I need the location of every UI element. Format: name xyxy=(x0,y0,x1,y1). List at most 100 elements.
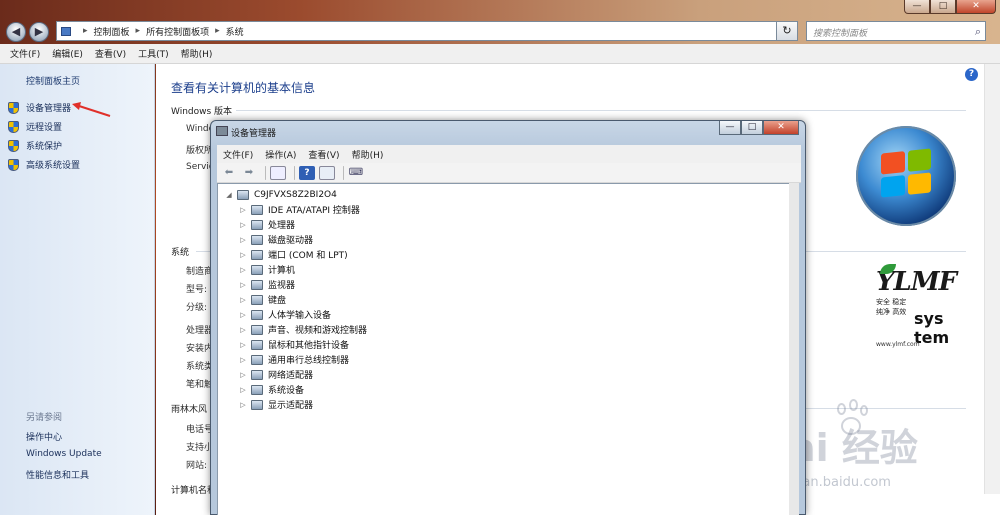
expand-arrow-icon[interactable]: ▷ xyxy=(238,326,248,334)
see-also-links: 操作中心 Windows Update 性能信息和工具 xyxy=(26,430,102,487)
search-input[interactable]: 搜索控制面板 ⌕ xyxy=(806,21,986,41)
tree-node[interactable]: ▷ 端口 (COM 和 LPT) xyxy=(238,247,348,262)
tree-node[interactable]: ▷ 处理器 xyxy=(238,217,295,232)
link-windows-update[interactable]: Windows Update xyxy=(26,449,102,468)
oem-system-text: sys tem xyxy=(914,309,950,347)
disk-drive-icon xyxy=(251,234,263,245)
back-arrow-icon[interactable]: ⬅ xyxy=(221,166,237,180)
refresh-button[interactable]: ↻ xyxy=(776,21,798,41)
tree-node[interactable]: ▷ 人体学输入设备 xyxy=(238,307,331,322)
sidebar: 控制面板主页 设备管理器 远程设置 系统保护 高级系统设置 另请参阅 操作中心 … xyxy=(0,64,155,515)
scan-hardware-icon[interactable]: ⌨ xyxy=(348,166,364,180)
expand-arrow-icon[interactable]: ▷ xyxy=(238,281,248,289)
expand-arrow-icon[interactable]: ▷ xyxy=(238,356,248,364)
console-tree-icon[interactable] xyxy=(270,165,286,180)
device-manager-title: 设备管理器 xyxy=(231,129,277,139)
breadcrumb-item[interactable]: 所有控制面板项 xyxy=(146,25,209,38)
sidebar-item-label: 高级系统设置 xyxy=(26,161,81,171)
tree-node[interactable]: ▷ 鼠标和其他指针设备 xyxy=(238,337,349,352)
minimize-button[interactable]: — xyxy=(719,121,741,135)
menu-view[interactable]: 查看(V) xyxy=(308,148,339,161)
search-icon[interactable]: ⌕ xyxy=(975,25,981,39)
tree-node[interactable]: ▷ 网络适配器 xyxy=(238,367,313,382)
expand-arrow-icon[interactable]: ▷ xyxy=(238,206,248,214)
annotation-arrow-icon xyxy=(72,102,111,117)
tree-node-label: 鼠标和其他指针设备 xyxy=(268,341,350,351)
breadcrumb-item[interactable]: 控制面板 xyxy=(94,25,130,38)
sidebar-item-label: 设备管理器 xyxy=(26,104,72,114)
expand-arrow-icon[interactable]: ▷ xyxy=(238,266,248,274)
breadcrumb-separator-icon: ▸ xyxy=(83,26,88,36)
expand-arrow-icon[interactable]: ▷ xyxy=(238,236,248,244)
system-row: 安装内 xyxy=(186,344,214,354)
support-row[interactable]: 网站: xyxy=(186,458,207,471)
tree-node[interactable]: ▷ 通用串行总线控制器 xyxy=(238,352,349,367)
maximize-button[interactable]: □ xyxy=(741,121,763,135)
tree-node[interactable]: ▷ 声音、视频和游戏控制器 xyxy=(238,322,367,337)
close-button[interactable]: ✕ xyxy=(956,0,996,14)
ide-controller-icon xyxy=(251,204,263,215)
close-button[interactable]: ✕ xyxy=(763,121,799,135)
expand-arrow-icon[interactable]: ▷ xyxy=(238,311,248,319)
menu-action[interactable]: 操作(A) xyxy=(265,148,296,161)
menu-tools[interactable]: 工具(T) xyxy=(138,47,169,60)
sidebar-task-list: 设备管理器 远程设置 系统保护 高级系统设置 xyxy=(8,98,80,174)
breadcrumb-separator-icon: ▸ xyxy=(215,26,220,36)
sidebar-item-device-manager[interactable]: 设备管理器 xyxy=(8,98,80,117)
windows-edition-row: 版权所 xyxy=(186,146,214,156)
menu-edit[interactable]: 编辑(E) xyxy=(52,47,83,60)
monitor-icon xyxy=(251,279,263,290)
tree-node[interactable]: ▷ 监视器 xyxy=(238,277,295,292)
sidebar-item-remote-settings[interactable]: 远程设置 xyxy=(8,117,80,136)
expand-arrow-icon[interactable]: ▷ xyxy=(238,341,248,349)
expand-arrow-icon[interactable]: ▷ xyxy=(238,251,248,259)
tree-node[interactable]: ▷ 键盘 xyxy=(238,292,286,307)
processor-icon xyxy=(251,219,263,230)
menu-file[interactable]: 文件(F) xyxy=(10,47,40,60)
back-button[interactable]: ◀ xyxy=(6,22,26,42)
tree-root[interactable]: ◢ C9JFVXS8Z2BI2O4 xyxy=(224,187,337,202)
collapse-arrow-icon[interactable]: ◢ xyxy=(224,191,234,199)
sidebar-item-system-protection[interactable]: 系统保护 xyxy=(8,136,80,155)
expand-arrow-icon[interactable]: ▷ xyxy=(238,386,248,394)
shield-icon xyxy=(8,101,19,114)
menu-help[interactable]: 帮助(H) xyxy=(352,148,384,161)
vertical-scrollbar[interactable] xyxy=(789,183,799,515)
maximize-button[interactable]: □ xyxy=(930,0,956,14)
properties-icon[interactable] xyxy=(319,165,335,180)
forward-button[interactable]: ▶ xyxy=(29,22,49,42)
support-heading: 雨林木风 xyxy=(171,405,208,415)
menu-help[interactable]: 帮助(H) xyxy=(181,47,213,60)
menu-bar: 文件(F) 操作(A) 查看(V) 帮助(H) xyxy=(217,145,801,163)
sidebar-item-advanced-settings[interactable]: 高级系统设置 xyxy=(8,155,80,174)
oem-url: www.ylmf.com xyxy=(876,341,920,348)
menu-file[interactable]: 文件(F) xyxy=(223,148,253,161)
forward-arrow-icon[interactable]: ➡ xyxy=(241,166,257,180)
tree-node[interactable]: ▷ 显示适配器 xyxy=(238,397,313,412)
menu-view[interactable]: 查看(V) xyxy=(95,47,126,60)
windows-edition-heading: Windows 版本 xyxy=(171,107,233,117)
minimize-button[interactable]: — xyxy=(904,0,930,14)
help-icon[interactable]: ? xyxy=(965,68,978,81)
window-controls: — □ ✕ xyxy=(904,0,996,14)
tree-node[interactable]: ▷ 磁盘驱动器 xyxy=(238,232,313,247)
network-adapter-icon xyxy=(251,369,263,380)
tree-node[interactable]: ▷ IDE ATA/ATAPI 控制器 xyxy=(238,202,360,217)
link-action-center[interactable]: 操作中心 xyxy=(26,430,102,449)
expand-arrow-icon[interactable]: ▷ xyxy=(238,401,248,409)
toolbar-separator xyxy=(294,165,295,180)
divider xyxy=(236,110,966,111)
address-bar[interactable]: ▸ 控制面板 ▸ 所有控制面板项 ▸ 系统 ▾ xyxy=(56,21,796,41)
expand-arrow-icon[interactable]: ▷ xyxy=(238,221,248,229)
search-placeholder: 搜索控制面板 xyxy=(813,29,868,39)
breadcrumb-item[interactable]: 系统 xyxy=(226,25,244,38)
help-icon[interactable]: ? xyxy=(299,165,315,180)
expand-arrow-icon[interactable]: ▷ xyxy=(238,296,248,304)
tree-node[interactable]: ▷ 系统设备 xyxy=(238,382,304,397)
link-performance-tools[interactable]: 性能信息和工具 xyxy=(26,468,102,487)
sidebar-home-link[interactable]: 控制面板主页 xyxy=(26,74,80,87)
tree-node[interactable]: ▷ 计算机 xyxy=(238,262,295,277)
system-heading: 系统 xyxy=(171,248,190,258)
tree-node-label: 通用串行总线控制器 xyxy=(268,356,350,366)
expand-arrow-icon[interactable]: ▷ xyxy=(238,371,248,379)
